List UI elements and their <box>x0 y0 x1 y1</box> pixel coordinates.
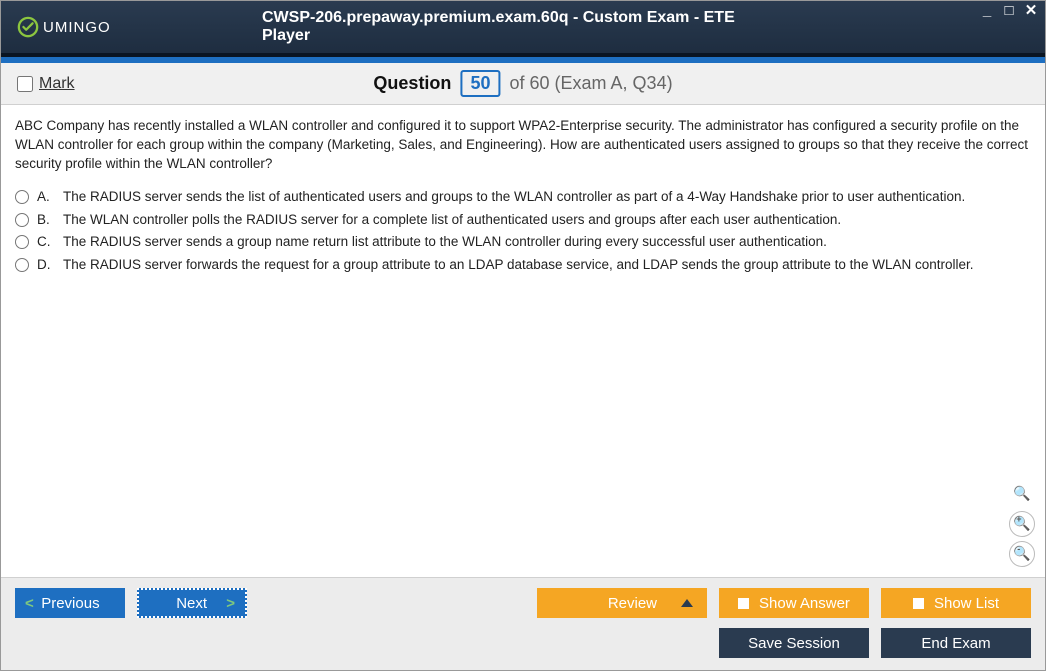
app-logo: UMINGO <box>17 16 111 38</box>
zoom-controls: 🔍 🔍+ 🔍- <box>1009 481 1035 567</box>
end-exam-button[interactable]: End Exam <box>881 628 1031 658</box>
zoom-out-icon[interactable]: 🔍- <box>1009 541 1035 567</box>
zoom-in-icon[interactable]: 🔍+ <box>1009 511 1035 537</box>
footer-row-1: < Previous Next > Review Show Answer Sho… <box>15 588 1031 618</box>
option-radio[interactable] <box>15 190 29 204</box>
question-text: ABC Company has recently installed a WLA… <box>15 117 1031 174</box>
logo-text: UMINGO <box>43 19 111 36</box>
option-radio[interactable] <box>15 213 29 227</box>
square-icon <box>738 598 749 609</box>
option-row[interactable]: C. The RADIUS server sends a group name … <box>15 233 1031 252</box>
option-radio[interactable] <box>15 235 29 249</box>
option-letter: B. <box>37 211 55 230</box>
option-text: The RADIUS server sends a group name ret… <box>63 233 827 252</box>
option-row[interactable]: A. The RADIUS server sends the list of a… <box>15 188 1031 207</box>
save-session-button[interactable]: Save Session <box>719 628 869 658</box>
footer-row-2: Save Session End Exam <box>15 628 1031 658</box>
footer: < Previous Next > Review Show Answer Sho… <box>1 577 1045 670</box>
checkmark-icon <box>17 16 39 38</box>
chevron-right-icon: > <box>226 595 235 612</box>
next-button[interactable]: Next > <box>137 588 247 618</box>
option-text: The RADIUS server forwards the request f… <box>63 256 974 275</box>
option-row[interactable]: D. The RADIUS server forwards the reques… <box>15 256 1031 275</box>
question-header: Mark Question 50 of 60 (Exam A, Q34) <box>1 63 1045 105</box>
maximize-icon[interactable]: □ <box>1001 3 1017 18</box>
title-bar: UMINGO CWSP-206.prepaway.premium.exam.60… <box>1 1 1045 57</box>
mark-label[interactable]: Mark <box>39 75 75 93</box>
option-radio[interactable] <box>15 258 29 272</box>
chevron-left-icon: < <box>25 595 34 612</box>
show-list-button[interactable]: Show List <box>881 588 1031 618</box>
option-text: The RADIUS server sends the list of auth… <box>63 188 965 207</box>
mark-wrap: Mark <box>17 75 75 93</box>
show-answer-button[interactable]: Show Answer <box>719 588 869 618</box>
minimize-icon[interactable]: _ <box>979 3 995 18</box>
option-letter: C. <box>37 233 55 252</box>
square-icon <box>913 598 924 609</box>
review-label: Review <box>608 595 657 612</box>
option-letter: D. <box>37 256 55 275</box>
question-word: Question <box>373 73 451 93</box>
previous-label: Previous <box>41 595 99 612</box>
triangle-up-icon <box>681 599 693 607</box>
option-row[interactable]: B. The WLAN controller polls the RADIUS … <box>15 211 1031 230</box>
close-icon[interactable]: ✕ <box>1023 3 1039 18</box>
previous-button[interactable]: < Previous <box>15 588 125 618</box>
window-title: CWSP-206.prepaway.premium.exam.60q - Cus… <box>262 9 784 45</box>
mark-checkbox[interactable] <box>17 76 33 92</box>
question-of: of 60 (Exam A, Q34) <box>510 73 673 93</box>
review-button[interactable]: Review <box>537 588 707 618</box>
window-controls: _ □ ✕ <box>979 3 1039 18</box>
option-letter: A. <box>37 188 55 207</box>
next-label: Next <box>176 595 207 612</box>
show-list-label: Show List <box>934 595 999 612</box>
question-number: 50 <box>460 70 500 97</box>
question-body: ABC Company has recently installed a WLA… <box>1 105 1045 577</box>
option-text: The WLAN controller polls the RADIUS ser… <box>63 211 841 230</box>
question-indicator: Question 50 of 60 (Exam A, Q34) <box>373 70 672 97</box>
search-icon: 🔍 <box>1009 481 1035 507</box>
option-list: A. The RADIUS server sends the list of a… <box>15 188 1031 276</box>
show-answer-label: Show Answer <box>759 595 850 612</box>
